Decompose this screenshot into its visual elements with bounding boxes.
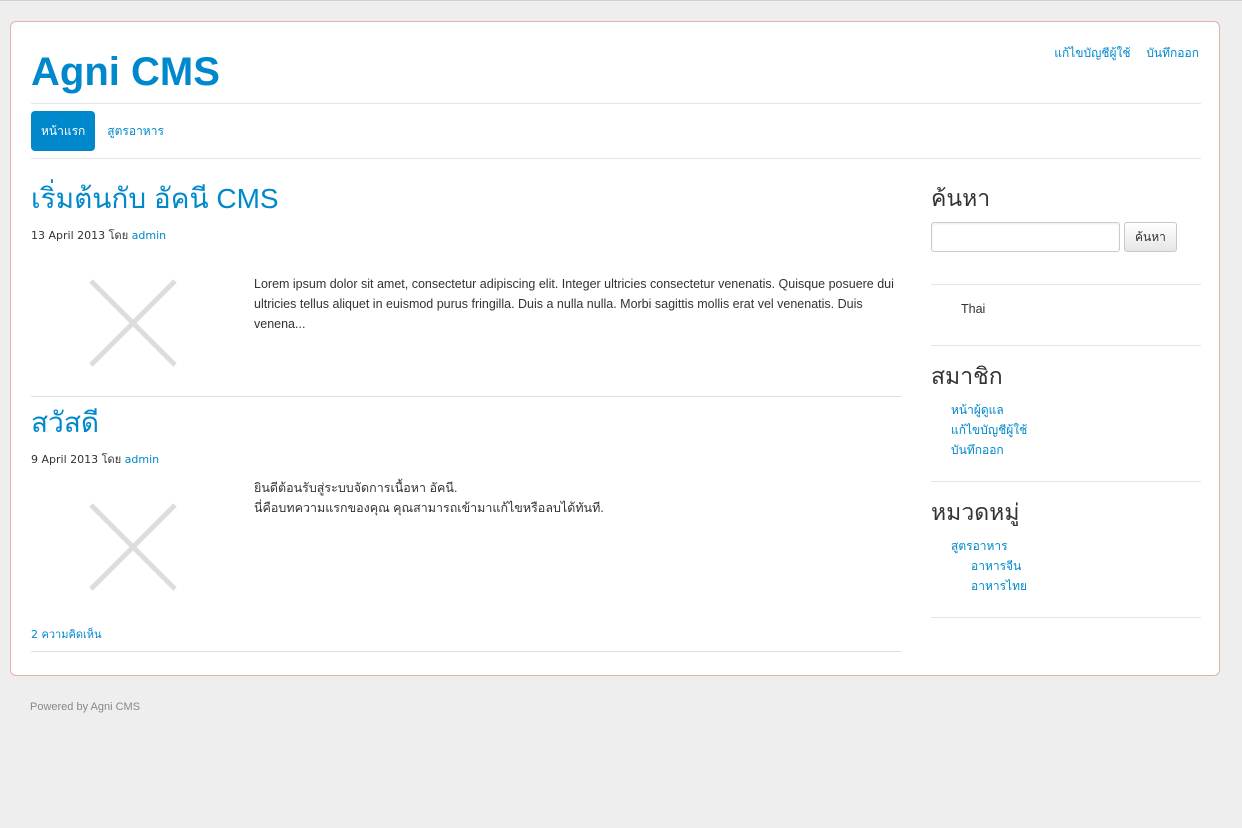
categories-heading: หมวดหมู่ [931, 499, 1020, 525]
header-divider [31, 103, 1201, 104]
post-excerpt-line: venena... [254, 317, 306, 331]
post-author-link[interactable]: admin [125, 453, 159, 466]
footer-text: Powered by Agni CMS [30, 701, 141, 713]
post-meta: 13 April 2013 โดย admin [31, 226, 901, 244]
post-excerpt-line: นี่คือบทความแรกของคุณ คุณสามารถเข้ามาแก้… [254, 501, 604, 515]
search-heading: ค้นหา [931, 185, 991, 211]
categories-section: หมวดหมู่ สูตรอาหาร อาหารจีน อาหารไทย [931, 498, 1027, 596]
image-placeholder-icon[interactable] [89, 279, 177, 367]
post-author-link[interactable]: admin [132, 229, 166, 242]
admin-page-link[interactable]: หน้าผู้ดูแล [951, 403, 1004, 417]
post-item: เริ่มต้นกับ อัคนี CMS 13 April 2013 โดย … [31, 182, 901, 398]
members-section: สมาชิก หน้าผู้ดูแล แก้ไขบัญชีผู้ใช้ บันท… [931, 362, 1027, 460]
logout-link[interactable]: บันทึกออก [1146, 46, 1199, 60]
list-item: อาหารจีน [951, 556, 1027, 576]
post-date: 9 April 2013 [31, 453, 99, 466]
nav-divider [31, 158, 1201, 159]
edit-account-link[interactable]: แก้ไขบัญชีผู้ใช้ [951, 423, 1027, 437]
members-list: หน้าผู้ดูแล แก้ไขบัญชีผู้ใช้ บันทึกออก [951, 400, 1027, 460]
main-nav: หน้าแรก สูตรอาหาร [31, 111, 174, 151]
list-item: สูตรอาหาร [951, 536, 1027, 556]
sidebar-divider [931, 284, 1201, 285]
post-item: สวัสดี 9 April 2013 โดย admin ยินดีต้อนร… [31, 406, 901, 656]
post-meta: 9 April 2013 โดย admin [31, 450, 901, 468]
post-by-label: โดย [101, 453, 122, 466]
members-heading: สมาชิก [931, 363, 1003, 389]
post-excerpt-line: ultricies tellus aliquet in euismod puru… [254, 297, 863, 311]
list-item: บันทึกออก [951, 440, 1027, 460]
page-container: Agni CMS แก้ไขบัญชีผู้ใช้ บันทึกออก หน้า… [10, 21, 1220, 676]
post-title[interactable]: เริ่มต้นกับ อัคนี CMS [31, 182, 901, 216]
search-input[interactable] [931, 222, 1120, 252]
nav-item-recipes[interactable]: สูตรอาหาร [97, 111, 174, 151]
sidebar-divider [931, 345, 1201, 346]
category-chinese-food-link[interactable]: อาหารจีน [971, 559, 1021, 573]
sidebar: ค้นหา ค้นหา Thai สมาชิก หน้าผู้ดูแล แก้ไ… [931, 184, 1201, 624]
user-links: แก้ไขบัญชีผู้ใช้ บันทึกออก [1042, 44, 1199, 63]
post-excerpt-line: Lorem ipsum dolor sit amet, consectetur … [254, 277, 894, 291]
comments-link[interactable]: 2 ความคิดเห็น [31, 625, 102, 643]
image-placeholder-icon[interactable] [89, 503, 177, 591]
post-excerpt-line: ยินดีต้อนรับสู่ระบบจัดการเนื้อหา อัคนี. [254, 481, 458, 495]
edit-account-link[interactable]: แก้ไขบัญชีผู้ใช้ [1054, 46, 1130, 60]
post-date: 13 April 2013 [31, 229, 106, 242]
list-item: แก้ไขบัญชีผู้ใช้ [951, 420, 1027, 440]
post-title[interactable]: สวัสดี [31, 406, 901, 440]
post-excerpt: Lorem ipsum dolor sit amet, consectetur … [254, 274, 894, 334]
category-recipes-link[interactable]: สูตรอาหาร [951, 539, 1008, 553]
category-thai-food-link[interactable]: อาหารไทย [971, 579, 1027, 593]
sidebar-divider [931, 481, 1201, 482]
search-form: ค้นหา [931, 222, 1201, 252]
post-divider [31, 396, 901, 397]
site-title[interactable]: Agni CMS [31, 46, 220, 98]
post-divider [31, 651, 901, 652]
post-excerpt: ยินดีต้อนรับสู่ระบบจัดการเนื้อหา อัคนี. … [254, 478, 894, 518]
language-label[interactable]: Thai [961, 302, 985, 316]
sidebar-divider [931, 617, 1201, 618]
search-button[interactable]: ค้นหา [1124, 222, 1177, 252]
list-item: อาหารไทย [951, 576, 1027, 596]
categories-list: สูตรอาหาร อาหารจีน อาหารไทย [951, 536, 1027, 596]
nav-item-home[interactable]: หน้าแรก [31, 111, 96, 151]
post-by-label: โดย [108, 229, 129, 242]
logout-link[interactable]: บันทึกออก [951, 443, 1004, 457]
list-item: หน้าผู้ดูแล [951, 400, 1027, 420]
